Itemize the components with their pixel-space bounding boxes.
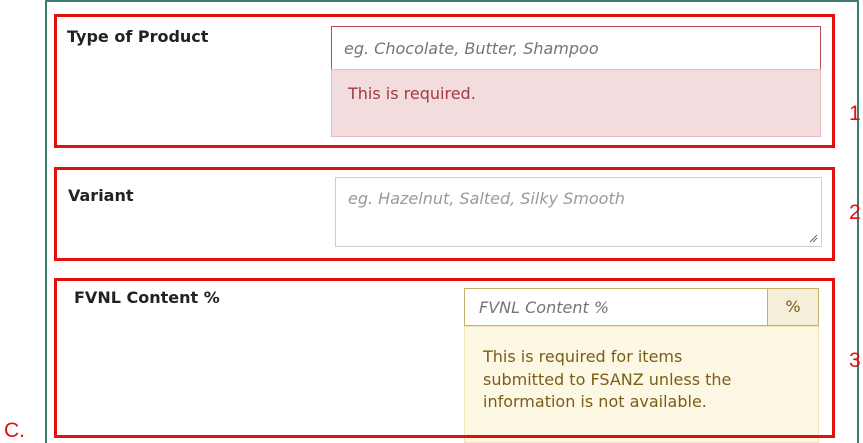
callout-marker-2: 2 <box>849 201 861 224</box>
callout-box-1 <box>54 14 835 148</box>
callout-marker-1: 1 <box>849 102 861 125</box>
callout-box-3 <box>54 278 835 438</box>
callout-marker-3: 3 <box>849 349 861 372</box>
corner-label: C. <box>4 419 25 442</box>
callout-box-2 <box>54 167 835 261</box>
